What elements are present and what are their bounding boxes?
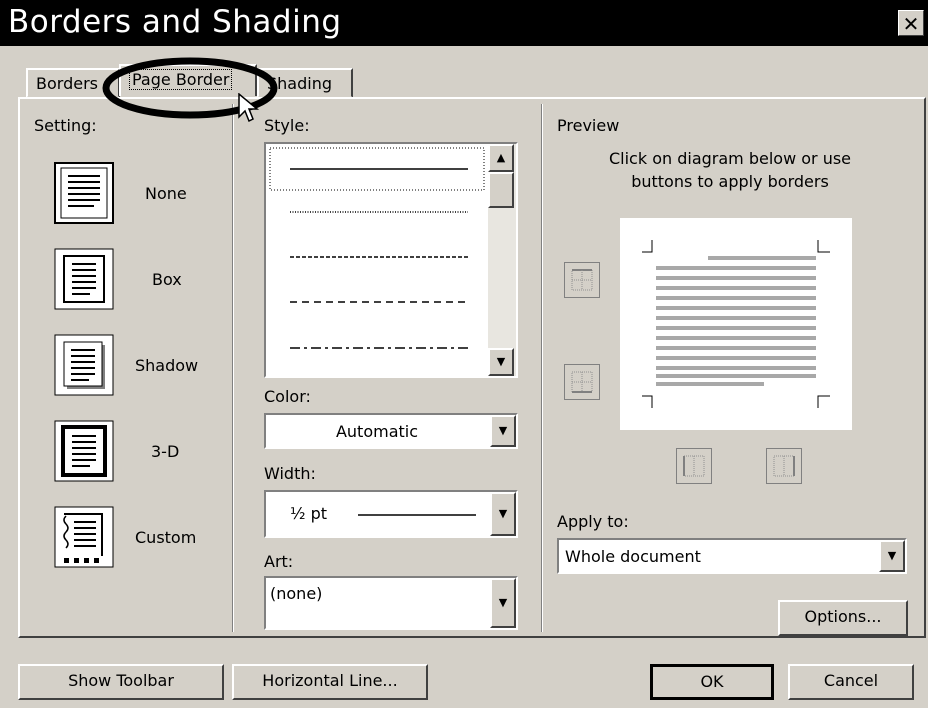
setting-shadow-option[interactable] — [54, 334, 114, 401]
setting-custom-option[interactable] — [54, 506, 114, 573]
color-dropdown[interactable]: Automatic ▼ — [264, 413, 518, 449]
window-title: Borders and Shading — [8, 4, 342, 40]
style-line-samples — [269, 147, 485, 349]
apply-to-dropdown[interactable]: Whole document ▼ — [557, 538, 907, 574]
show-toolbar-button[interactable]: Show Toolbar — [18, 664, 224, 700]
width-dropdown-arrow[interactable]: ▼ — [490, 492, 516, 536]
setting-shadow-icon — [54, 334, 114, 396]
cancel-button[interactable]: Cancel — [788, 664, 914, 700]
tab-borders-label: Borders — [36, 74, 98, 93]
preview-header: Preview — [557, 116, 620, 135]
right-border-button[interactable] — [766, 448, 802, 484]
apply-to-label: Apply to: — [557, 512, 629, 531]
color-label: Color: — [264, 387, 311, 406]
apply-to-dropdown-arrow[interactable]: ▼ — [879, 540, 905, 572]
separator-right — [541, 104, 543, 632]
top-border-icon — [571, 269, 593, 291]
separator-left — [232, 104, 234, 632]
mouse-cursor-icon — [238, 93, 260, 123]
art-label: Art: — [264, 552, 294, 571]
style-scrollbar[interactable]: ▲ ▼ — [488, 144, 516, 376]
setting-3d-icon — [54, 420, 114, 482]
width-dropdown[interactable]: ½ pt ▼ — [264, 490, 518, 538]
art-dropdown[interactable]: (none) ▼ — [264, 576, 518, 630]
preview-page-sample — [642, 240, 830, 408]
options-button[interactable]: Options... — [778, 600, 908, 636]
scroll-thumb[interactable] — [488, 172, 514, 208]
width-line-sample — [358, 514, 476, 516]
setting-3d-option[interactable] — [54, 420, 114, 487]
setting-3d-label: 3-D — [151, 442, 180, 461]
preview-diagram[interactable] — [620, 218, 852, 430]
preview-instruction-line2: buttons to apply borders — [631, 172, 829, 191]
setting-none-option[interactable] — [54, 162, 114, 224]
setting-custom-icon — [54, 506, 114, 568]
setting-box-label: Box — [152, 270, 182, 289]
scroll-up-button[interactable]: ▲ — [488, 144, 514, 172]
bottom-border-button[interactable] — [564, 364, 600, 400]
setting-none-label: None — [145, 184, 187, 203]
left-border-button[interactable] — [676, 448, 712, 484]
style-header: Style: — [264, 116, 310, 135]
setting-box-icon — [54, 248, 114, 310]
setting-shadow-label: Shadow — [135, 356, 199, 375]
setting-box-option[interactable] — [54, 248, 114, 315]
horizontal-line-button[interactable]: Horizontal Line... — [232, 664, 428, 700]
apply-to-value: Whole document — [565, 547, 701, 566]
art-value: (none) — [270, 584, 323, 603]
title-bar: Borders and Shading ✕ — [0, 0, 928, 46]
color-dropdown-arrow[interactable]: ▼ — [490, 415, 516, 447]
width-value: ½ pt — [290, 504, 328, 523]
close-button[interactable]: ✕ — [898, 10, 924, 36]
color-value: Automatic — [335, 422, 419, 441]
top-border-button[interactable] — [564, 262, 600, 298]
setting-custom-label: Custom — [135, 528, 197, 547]
setting-none-icon — [54, 162, 114, 224]
ok-button[interactable]: OK — [650, 664, 774, 700]
right-border-icon — [773, 455, 795, 477]
art-dropdown-arrow[interactable]: ▼ — [490, 578, 516, 628]
setting-header: Setting: — [34, 116, 97, 135]
left-border-icon — [683, 455, 705, 477]
width-label: Width: — [264, 464, 316, 483]
style-listbox[interactable]: ▲ ▼ — [264, 142, 518, 378]
preview-instruction-line1: Click on diagram below or use — [608, 149, 852, 168]
bottom-border-icon — [571, 371, 593, 393]
scroll-down-button[interactable]: ▼ — [488, 348, 514, 376]
